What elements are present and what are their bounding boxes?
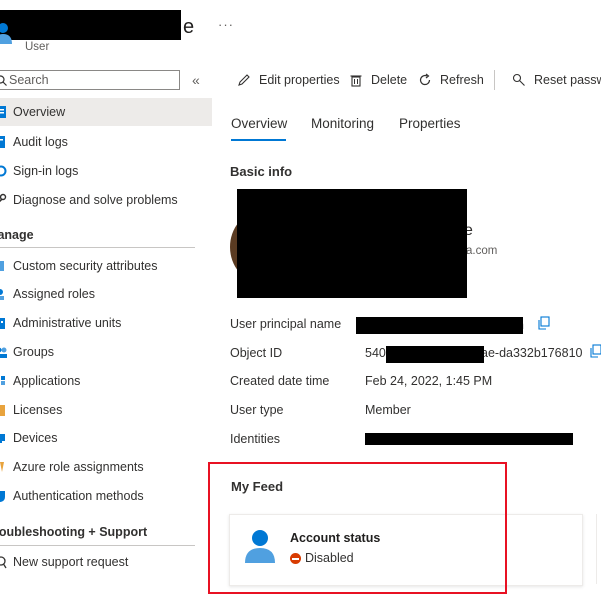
reset-password-button[interactable]: Reset passwo <box>512 72 601 90</box>
roles-icon <box>0 289 4 300</box>
refresh-label: Refresh <box>440 73 484 87</box>
sidebar-item-audit-logs[interactable]: Audit logs <box>0 128 212 156</box>
refresh-button[interactable]: Refresh <box>418 72 484 90</box>
user-type-value: Member <box>365 403 411 417</box>
page-title: e <box>183 16 195 38</box>
overview-icon <box>0 106 6 118</box>
sidebar-item-label: Diagnose and solve problems <box>13 193 178 207</box>
user-icon <box>0 23 12 44</box>
admin-units-icon <box>0 318 5 329</box>
sidebar-item-authentication-methods[interactable]: Authentication methods <box>0 482 212 510</box>
more-options-button[interactable]: ··· <box>218 17 234 32</box>
sidebar-item-applications[interactable]: Applications <box>0 367 212 395</box>
sidebar-item-label: Assigned roles <box>13 287 95 301</box>
toolbar-separator <box>494 70 495 90</box>
sidebar-item-label: New support request <box>13 555 129 569</box>
sidebar-item-custom-security-attributes[interactable]: Custom security attributes <box>0 252 212 280</box>
sidebar-item-label: Sign-in logs <box>13 164 79 178</box>
user-type-label: User type <box>230 403 284 417</box>
security-attributes-icon <box>0 261 4 271</box>
tab-overview[interactable]: Overview <box>231 116 287 131</box>
object-id-value-prefix: 540 <box>365 346 386 360</box>
next-feed-card <box>596 514 601 584</box>
sidebar-item-label: Audit logs <box>13 135 68 149</box>
search-box[interactable] <box>0 70 180 90</box>
sidebar-item-label: Azure role assignments <box>13 460 144 474</box>
wrench-icon <box>0 193 7 203</box>
sidebar-item-new-support-request[interactable]: New support request <box>0 548 212 576</box>
reset-password-label: Reset passwo <box>534 73 601 87</box>
sidebar-item-label: Administrative units <box>13 316 122 330</box>
delete-button[interactable]: Delete <box>349 72 407 90</box>
sign-in-logs-icon <box>0 165 7 177</box>
email-fragment: a.com <box>466 245 498 257</box>
identities-label: Identities <box>230 432 281 446</box>
support-request-icon <box>0 556 7 569</box>
licenses-icon <box>0 405 5 416</box>
redacted-profile-card <box>237 189 467 298</box>
sidebar-item-label: Groups <box>13 345 54 359</box>
sidebar-item-label: Overview <box>13 105 66 119</box>
search-input[interactable] <box>9 72 169 88</box>
created-date-label: Created date time <box>230 374 330 388</box>
pencil-icon <box>238 74 250 86</box>
section-header-troubleshooting: roubleshooting + Support <box>0 525 148 539</box>
sidebar-item-overview[interactable]: Overview <box>0 98 212 126</box>
audit-logs-icon <box>0 136 5 148</box>
redacted-object-id <box>386 346 484 363</box>
sidebar-item-label: Licenses <box>13 403 63 417</box>
delete-label: Delete <box>371 73 408 87</box>
applications-icon <box>1 376 5 385</box>
edit-properties-label: Edit properties <box>259 73 340 87</box>
basic-info-title: Basic info <box>230 164 293 179</box>
sidebar-item-sign-in-logs[interactable]: Sign-in logs <box>0 157 212 185</box>
sidebar-item-licenses[interactable]: Licenses <box>0 396 212 424</box>
upn-label: User principal name <box>230 317 342 331</box>
sidebar-item-diagnose[interactable]: Diagnose and solve problems <box>0 186 212 214</box>
tab-monitoring[interactable]: Monitoring <box>311 116 374 131</box>
sidebar-item-administrative-units[interactable]: Administrative units <box>0 309 212 337</box>
sidebar-item-devices[interactable]: Devices <box>0 424 212 452</box>
edit-properties-button[interactable]: Edit properties <box>237 72 340 90</box>
collapse-sidebar-button[interactable]: « <box>192 72 200 88</box>
key-icon <box>512 73 525 86</box>
sidebar-item-label: Custom security attributes <box>13 259 158 273</box>
created-date-value: Feb 24, 2022, 1:45 PM <box>365 374 493 388</box>
copy-icon[interactable] <box>589 344 601 358</box>
refresh-icon <box>419 73 431 86</box>
redacted-upn <box>356 317 523 334</box>
sidebar-item-groups[interactable]: Groups <box>0 338 212 366</box>
trash-icon <box>350 75 362 87</box>
tab-properties[interactable]: Properties <box>399 116 461 131</box>
authentication-icon <box>0 491 5 502</box>
groups-icon <box>0 347 7 358</box>
copy-icon[interactable] <box>537 316 551 330</box>
sidebar-item-label: Applications <box>13 374 81 388</box>
section-header-manage: lanage <box>0 228 34 242</box>
object-id-label: Object ID <box>230 346 283 360</box>
search-icon <box>0 75 7 86</box>
redacted-user-name <box>0 10 181 40</box>
section-divider <box>0 247 195 248</box>
redacted-identities <box>365 433 573 445</box>
sidebar-item-label: Devices <box>13 431 58 445</box>
section-divider <box>0 545 195 546</box>
object-id-value-suffix: ae-da332b176810 <box>481 346 583 360</box>
azure-role-icon <box>0 462 4 472</box>
sidebar-item-azure-role-assignments[interactable]: Azure role assignments <box>0 453 212 481</box>
sidebar-item-assigned-roles[interactable]: Assigned roles <box>0 280 212 308</box>
highlight-box <box>208 462 507 594</box>
sidebar-item-label: Authentication methods <box>13 489 144 503</box>
devices-icon <box>0 434 5 443</box>
page-subtitle: User <box>25 41 50 53</box>
active-tab-indicator <box>231 139 286 141</box>
